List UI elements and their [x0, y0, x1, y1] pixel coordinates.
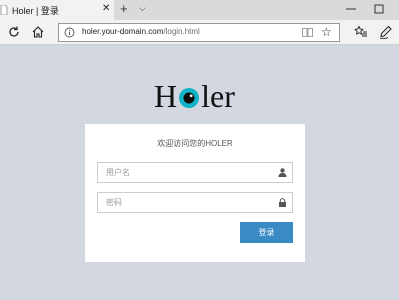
maximize-icon[interactable] — [372, 2, 386, 16]
navigation-bar: holer.your-domain.com/login.html ☆ — [0, 20, 399, 45]
lock-icon — [279, 198, 286, 207]
username-field[interactable] — [97, 162, 293, 183]
logo-text-h: H — [154, 78, 178, 114]
refresh-icon[interactable] — [7, 25, 21, 39]
pen-icon[interactable] — [379, 25, 393, 39]
page-favicon — [0, 5, 8, 15]
password-field[interactable] — [97, 192, 293, 213]
tab-bar: Holer | 登录 ✕ + ⌵ — [0, 0, 399, 20]
logo-text-ler: ler — [201, 78, 235, 114]
tab-title: Holer | 登录 — [12, 6, 59, 16]
tab-close-icon[interactable]: ✕ — [102, 3, 110, 15]
favorite-star-icon[interactable]: ☆ — [321, 25, 332, 39]
home-icon[interactable] — [31, 25, 45, 39]
login-card: 欢迎访问您的HOLER 登录 — [85, 124, 305, 262]
minimize-icon[interactable] — [344, 2, 358, 16]
new-tab-button[interactable]: + — [120, 1, 128, 17]
tab-list-chevron-icon[interactable]: ⌵ — [139, 3, 146, 14]
user-icon — [278, 168, 287, 177]
eye-logo-icon — [179, 88, 200, 108]
holer-logo: H ler — [154, 78, 235, 114]
favorites-hub-icon[interactable] — [354, 25, 368, 39]
url-domain: holer.your-domain.com — [82, 27, 164, 36]
password-input[interactable] — [98, 193, 274, 212]
welcome-text: 欢迎访问您的HOLER — [157, 139, 233, 148]
url-path: /login.html — [163, 27, 200, 36]
tab-active[interactable]: Holer | 登录 ✕ — [0, 0, 114, 20]
address-bar[interactable]: holer.your-domain.com/login.html ☆ — [58, 23, 340, 42]
reading-view-icon[interactable] — [302, 28, 313, 37]
username-input[interactable] — [98, 163, 274, 182]
address-url[interactable]: holer.your-domain.com/login.html — [82, 27, 200, 36]
login-button[interactable]: 登录 — [240, 222, 293, 243]
info-icon[interactable] — [64, 27, 75, 38]
